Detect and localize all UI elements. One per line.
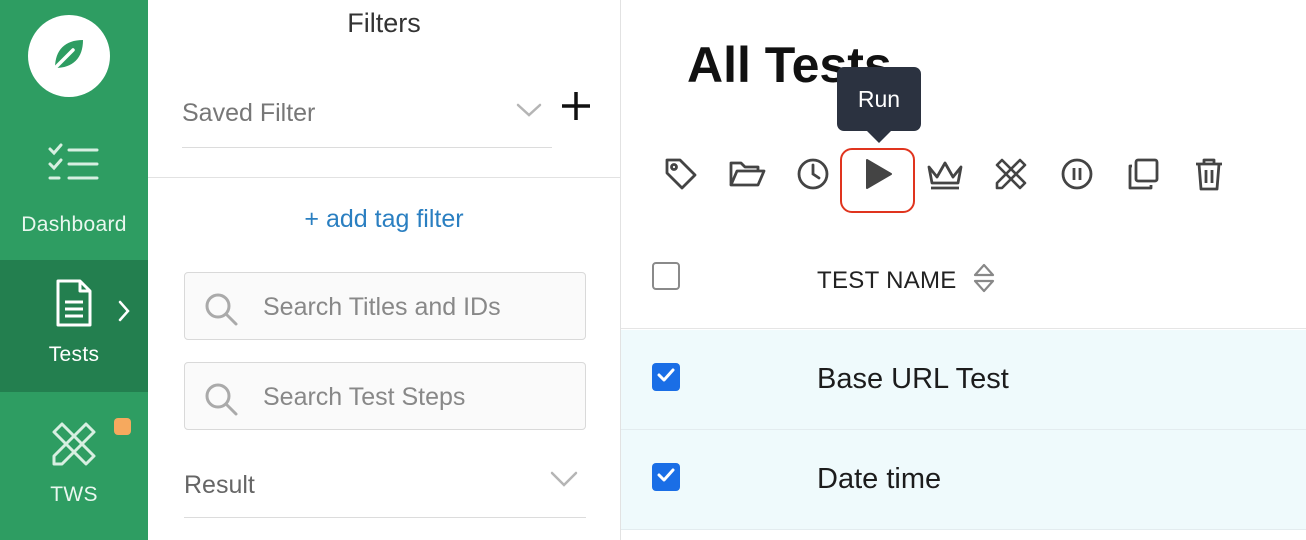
sidebar-item-label: Dashboard [21,213,127,236]
chevron-down-icon [550,470,578,493]
test-name[interactable]: Date time [817,463,941,496]
pause-button[interactable] [1053,152,1101,200]
add-saved-filter-button[interactable] [558,88,594,128]
row-checkbox[interactable] [652,463,680,491]
divider [148,177,620,178]
select-all-checkbox[interactable] [652,262,680,290]
search-icon [203,291,239,332]
tooltip-arrow [867,131,891,143]
checkmark-icon [657,468,675,487]
search-titles-box [184,272,586,340]
tag-button[interactable] [657,152,705,200]
test-name[interactable]: Base URL Test [817,363,1009,396]
notification-badge [114,418,131,435]
tag-icon [664,157,698,196]
add-tag-filter-link[interactable]: + add tag filter [148,205,620,234]
main-content: All Tests Run TEST NAME Base URL Test Da… [621,0,1306,540]
promote-button[interactable] [921,152,969,200]
copy-icon [1126,157,1160,196]
crown-icon [925,157,965,196]
folder-open-icon [728,159,766,194]
checklist-icon [47,142,101,191]
result-filter-dropdown[interactable]: Result [184,460,586,518]
row-checkbox[interactable] [652,363,680,391]
sidebar-item-dashboard[interactable]: Dashboard [0,130,148,260]
schedule-button[interactable] [789,152,837,200]
search-titles-input[interactable] [263,287,573,327]
pause-circle-icon [1060,157,1094,196]
logo[interactable] [28,15,110,97]
delete-button[interactable] [1185,152,1233,200]
filters-title: Filters [347,8,421,38]
trash-icon [1194,157,1224,196]
run-button-highlight [840,148,915,213]
search-steps-input[interactable] [263,377,573,417]
move-to-folder-button[interactable] [723,152,771,200]
saved-filter-dropdown[interactable]: Saved Filter [182,90,552,148]
table-row[interactable]: Date time [621,430,1306,530]
chevron-right-icon [118,300,130,327]
search-icon [203,381,239,422]
test-name-column-header[interactable]: TEST NAME [817,267,957,295]
result-label: Result [184,471,255,499]
sidebar-item-tests[interactable]: Tests [0,260,148,392]
pencil-ruler-icon [48,418,100,475]
filters-panel: Filters Saved Filter + add tag filter Re… [148,0,620,540]
saved-filter-label: Saved Filter [182,99,316,127]
search-steps-box [184,362,586,430]
chevron-down-icon [516,102,542,123]
sidebar-item-label: Tests [48,343,100,366]
leaf-icon [49,34,89,79]
duplicate-button[interactable] [1119,152,1167,200]
sidebar: Dashboard Tests TWS [0,0,148,540]
checkmark-icon [657,368,675,387]
run-tooltip: Run [837,67,921,131]
sidebar-item-label: TWS [50,483,98,506]
sort-icon[interactable] [973,262,995,299]
document-icon [54,278,94,333]
plus-icon [561,91,591,126]
table-header: TEST NAME [621,232,1306,329]
pencil-ruler-icon [993,156,1029,197]
sidebar-item-tws[interactable]: TWS [0,392,148,540]
edit-button[interactable] [987,152,1035,200]
clock-icon [796,157,830,196]
table-row[interactable]: Base URL Test [621,330,1306,430]
